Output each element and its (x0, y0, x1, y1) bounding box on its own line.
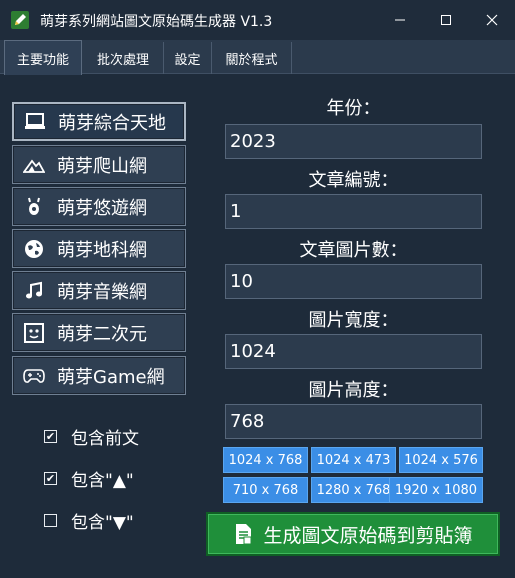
generate-button-label: 生成圖文原始碼到剪貼簿 (263, 524, 473, 547)
checkbox-unchecked[interactable] (44, 514, 57, 527)
site-button-label: 萌芽音樂網 (57, 281, 147, 303)
mountain-icon (23, 154, 45, 176)
year-label: 年份： (326, 98, 381, 119)
maximize-icon (441, 15, 451, 25)
title-bar: 萌芽系列網站圖文原始碼生成器 V1.3 (0, 0, 515, 40)
site-button-moe-hiking[interactable]: 萌芽爬山網 (12, 145, 186, 184)
site-button-moe-game[interactable]: 萌芽Game網 (12, 356, 186, 395)
app-pencil-icon (11, 11, 29, 29)
option-include-preface[interactable]: ✔ 包含前文 (44, 424, 139, 449)
preset-button-1280x768[interactable]: 1280 x 768 (311, 477, 396, 503)
minimize-button[interactable] (377, 0, 423, 40)
image-count-label: 文章圖片數： (299, 240, 408, 261)
image-count-input[interactable]: 10 (225, 264, 482, 299)
tab-main-functions[interactable]: 主要功能 (4, 40, 82, 75)
article-number-input[interactable]: 1 (225, 194, 482, 229)
site-button-moe-travel[interactable]: 萌芽悠遊網 (12, 187, 186, 226)
site-button-label: 萌芽悠遊網 (57, 197, 147, 219)
site-button-label: 萌芽綜合天地 (58, 112, 166, 134)
tab-settings[interactable]: 設定 (164, 42, 212, 74)
tab-about[interactable]: 關於程式 (212, 42, 292, 74)
image-width-input[interactable]: 1024 (225, 334, 482, 369)
image-height-label: 圖片高度： (308, 380, 399, 401)
maximize-button[interactable] (423, 0, 469, 40)
option-label: 包含前文 (71, 429, 139, 449)
preset-button-1024x576[interactable]: 1024 x 576 (399, 447, 483, 473)
image-width-label: 圖片寬度： (308, 310, 399, 331)
tab-batch-processing[interactable]: 批次處理 (83, 42, 164, 74)
site-button-moe-anime[interactable]: 萌芽二次元 (12, 313, 186, 352)
option-label: 包含"▲" (71, 471, 134, 491)
minimize-icon (395, 19, 405, 21)
article-number-label: 文章編號： (308, 170, 399, 191)
site-button-moe-music[interactable]: 萌芽音樂網 (12, 271, 186, 310)
travel-icon (23, 196, 45, 218)
site-button-label: 萌芽二次元 (57, 323, 147, 345)
preset-button-1920x1080[interactable]: 1920 x 1080 (389, 477, 483, 503)
close-button[interactable] (469, 0, 515, 40)
option-include-up-arrow[interactable]: ✔ 包含"▲" (44, 466, 134, 491)
window-title: 萌芽系列網站圖文原始碼生成器 V1.3 (40, 14, 273, 30)
anime-icon (23, 322, 45, 344)
gamepad-icon (23, 365, 45, 387)
site-button-label: 萌芽地科網 (57, 239, 147, 261)
image-height-input[interactable]: 768 (225, 404, 482, 439)
tab-bar: 主要功能 批次處理 設定 關於程式 (0, 40, 515, 75)
preset-button-1024x473[interactable]: 1024 x 473 (311, 447, 396, 473)
music-note-icon (23, 280, 45, 302)
generate-to-clipboard-button[interactable]: 生成圖文原始碼到剪貼簿 (206, 512, 500, 556)
site-button-label: 萌芽Game網 (57, 366, 165, 388)
site-button-moe-general[interactable]: 萌芽綜合天地 (12, 102, 186, 141)
preset-button-710x768[interactable]: 710 x 768 (223, 477, 308, 503)
option-label: 包含"▼" (71, 513, 134, 533)
site-button-label: 萌芽爬山網 (57, 155, 147, 177)
checkbox-checked[interactable]: ✔ (44, 472, 57, 485)
globe-icon (23, 238, 45, 260)
document-icon (236, 524, 252, 545)
close-icon (486, 14, 498, 26)
option-include-down-arrow[interactable]: 包含"▼" (44, 508, 134, 533)
checkbox-checked[interactable]: ✔ (44, 430, 57, 443)
preset-button-1024x768[interactable]: 1024 x 768 (223, 447, 308, 473)
year-input[interactable]: 2023 (225, 124, 482, 159)
laptop-icon (24, 111, 46, 133)
site-button-moe-geoscience[interactable]: 萌芽地科網 (12, 229, 186, 268)
